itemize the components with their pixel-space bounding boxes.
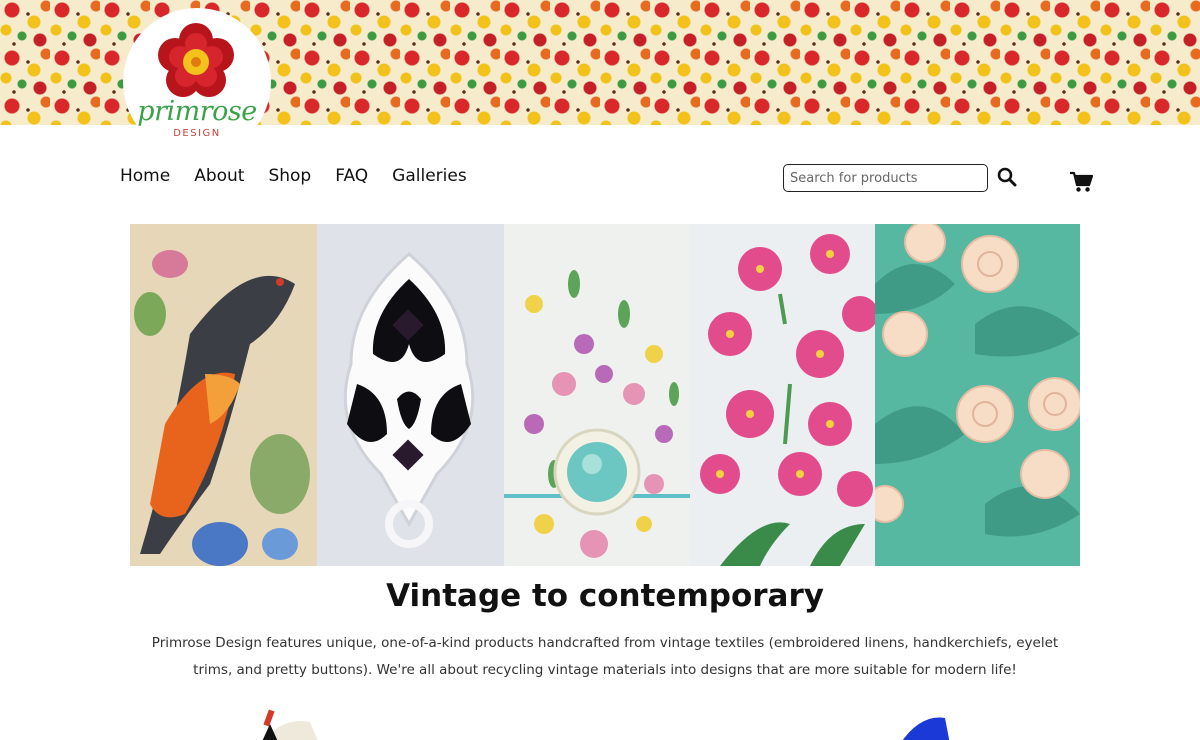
page-headline: Vintage to contemporary [386, 578, 824, 614]
hero-panel-eyelet-lace [317, 224, 504, 566]
floral-hanky-image [504, 224, 690, 566]
product-thumbnail-peek [262, 709, 318, 740]
intro-paragraph: Primrose Design features unique, one-of-… [151, 635, 1059, 678]
nav-faq[interactable]: FAQ [335, 166, 368, 186]
nav-shop[interactable]: Shop [268, 166, 311, 186]
site-logo[interactable]: primrose DESIGN [123, 8, 271, 156]
nav-home[interactable]: Home [120, 166, 170, 186]
nav-about[interactable]: About [194, 166, 244, 186]
search-icon[interactable] [997, 167, 1017, 187]
search-input[interactable] [783, 164, 988, 192]
hero-panel-ribbon-roses [875, 224, 1080, 566]
logo-wordmark: primrose [137, 96, 257, 127]
primrose-flower-icon [158, 23, 234, 97]
nav-galleries[interactable]: Galleries [392, 166, 467, 186]
hero-collage [130, 224, 1080, 566]
hero-panel-needlepoint-bird [130, 224, 317, 566]
hero-panel-floral-hanky [504, 224, 690, 566]
hero-panel-embroidered-flowers [690, 224, 875, 566]
cart-icon[interactable] [1069, 171, 1093, 193]
logo-subtitle: DESIGN [173, 128, 221, 139]
embroidered-flowers-image [690, 224, 875, 566]
eyelet-lace-image [317, 224, 504, 566]
needlepoint-bird-image [130, 224, 317, 566]
product-thumbnail-peek-right [902, 717, 950, 740]
ribbon-roses-image [875, 224, 1080, 566]
main-nav: Home About Shop FAQ Galleries [120, 166, 467, 186]
